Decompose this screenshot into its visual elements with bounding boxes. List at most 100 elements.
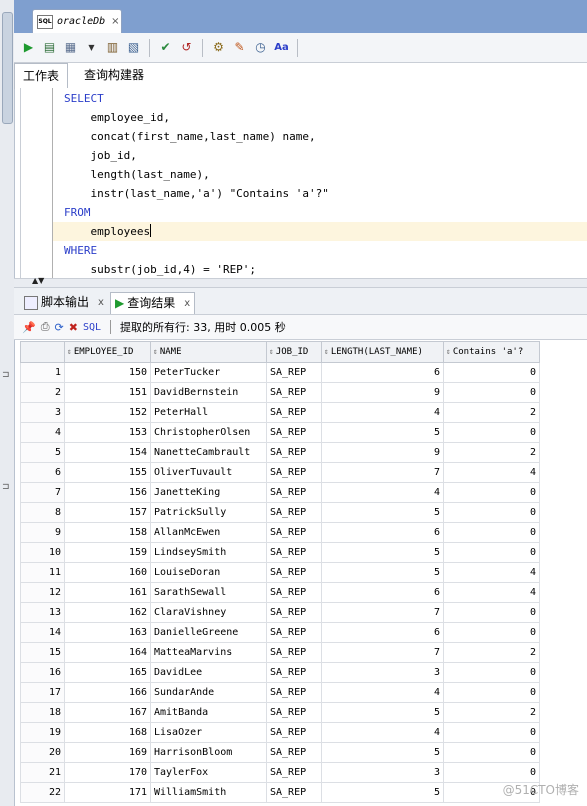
- cell-length[interactable]: 6: [321, 522, 444, 543]
- refresh-icon[interactable]: ⟳: [55, 321, 64, 334]
- cell-length[interactable]: 3: [321, 762, 444, 783]
- cell-length[interactable]: 3: [321, 662, 444, 683]
- cell-contains-a[interactable]: 0: [443, 722, 540, 743]
- cell-name[interactable]: DavidBernstein: [150, 382, 267, 403]
- cell-name[interactable]: LouiseDoran: [150, 562, 267, 583]
- cell-employee-id[interactable]: 150: [64, 362, 151, 383]
- table-row[interactable]: 6 155 OliverTuvault SA_REP 7 4: [20, 462, 540, 483]
- cell-job-id[interactable]: SA_REP: [266, 422, 322, 443]
- table-row[interactable]: 4 153 ChristopherOlsen SA_REP 5 0: [20, 422, 540, 443]
- cell-contains-a[interactable]: 0: [443, 622, 540, 643]
- cell-job-id[interactable]: SA_REP: [266, 702, 322, 723]
- cell-name[interactable]: JanetteKing: [150, 482, 267, 503]
- cell-job-id[interactable]: SA_REP: [266, 382, 322, 403]
- cell-job-id[interactable]: SA_REP: [266, 482, 322, 503]
- cell-contains-a[interactable]: 0: [443, 662, 540, 683]
- history-icon[interactable]: ◷: [252, 39, 269, 56]
- cell-job-id[interactable]: SA_REP: [266, 622, 322, 643]
- cell-job-id[interactable]: SA_REP: [266, 742, 322, 763]
- cell-contains-a[interactable]: 0: [443, 362, 540, 383]
- tab-oracledb[interactable]: SQL oracleDb ×: [32, 9, 122, 33]
- column-header[interactable]: ⇕ EMPLOYEE_ID: [64, 341, 151, 363]
- column-header[interactable]: ⇕ NAME: [150, 341, 267, 363]
- sql-editor[interactable]: SELECT employee_id, concat(first_name,la…: [20, 88, 587, 278]
- cell-job-id[interactable]: SA_REP: [266, 362, 322, 383]
- cell-length[interactable]: 5: [321, 742, 444, 763]
- cell-contains-a[interactable]: 0: [443, 522, 540, 543]
- cell-employee-id[interactable]: 151: [64, 382, 151, 403]
- cell-contains-a[interactable]: 4: [443, 562, 540, 583]
- cell-employee-id[interactable]: 153: [64, 422, 151, 443]
- cell-job-id[interactable]: SA_REP: [266, 542, 322, 563]
- cell-employee-id[interactable]: 169: [64, 742, 151, 763]
- cell-length[interactable]: 7: [321, 602, 444, 623]
- cell-job-id[interactable]: SA_REP: [266, 662, 322, 683]
- commit-check-icon[interactable]: ✔: [157, 39, 174, 56]
- tab-query-builder[interactable]: 查询构建器: [76, 63, 152, 88]
- cell-length[interactable]: 5: [321, 782, 444, 803]
- cell-length[interactable]: 5: [321, 562, 444, 583]
- cell-contains-a[interactable]: 0: [443, 602, 540, 623]
- cell-contains-a[interactable]: 0: [443, 542, 540, 563]
- cell-name[interactable]: SundarAnde: [150, 682, 267, 703]
- table-row[interactable]: 16 165 DavidLee SA_REP 3 0: [20, 662, 540, 683]
- rollback-icon[interactable]: ↺: [178, 39, 195, 56]
- cell-name[interactable]: LisaOzer: [150, 722, 267, 743]
- column-header[interactable]: ⇕ LENGTH(LAST_NAME): [321, 341, 444, 363]
- cell-name[interactable]: DanielleGreene: [150, 622, 267, 643]
- cell-name[interactable]: PeterHall: [150, 402, 267, 423]
- table-row[interactable]: 22 171 WilliamSmith SA_REP 5 0: [20, 782, 540, 803]
- cell-employee-id[interactable]: 152: [64, 402, 151, 423]
- cell-name[interactable]: AllanMcEwen: [150, 522, 267, 543]
- table-row[interactable]: 17 166 SundarAnde SA_REP 4 0: [20, 682, 540, 703]
- table-row[interactable]: 11 160 LouiseDoran SA_REP 5 4: [20, 562, 540, 583]
- cell-name[interactable]: WilliamSmith: [150, 782, 267, 803]
- cell-name[interactable]: ChristopherOlsen: [150, 422, 267, 443]
- table-row[interactable]: 10 159 LindseySmith SA_REP 5 0: [20, 542, 540, 563]
- cell-employee-id[interactable]: 165: [64, 662, 151, 683]
- cell-length[interactable]: 4: [321, 682, 444, 703]
- sql-tuning-icon[interactable]: ⚙: [210, 39, 227, 56]
- cell-name[interactable]: DavidLee: [150, 662, 267, 683]
- run-statement-icon[interactable]: ▶: [20, 39, 37, 56]
- cell-employee-id[interactable]: 157: [64, 502, 151, 523]
- cell-job-id[interactable]: SA_REP: [266, 522, 322, 543]
- cell-contains-a[interactable]: 0: [443, 682, 540, 703]
- cell-job-id[interactable]: SA_REP: [266, 782, 322, 803]
- cell-job-id[interactable]: SA_REP: [266, 602, 322, 623]
- cell-length[interactable]: 9: [321, 442, 444, 463]
- cell-name[interactable]: PeterTucker: [150, 362, 267, 383]
- cell-name[interactable]: OliverTuvault: [150, 462, 267, 483]
- table-row[interactable]: 12 161 SarathSewall SA_REP 6 4: [20, 582, 540, 603]
- table-row[interactable]: 13 162 ClaraVishney SA_REP 7 0: [20, 602, 540, 623]
- cell-employee-id[interactable]: 156: [64, 482, 151, 503]
- cell-length[interactable]: 5: [321, 502, 444, 523]
- close-icon[interactable]: ×: [111, 16, 119, 27]
- cell-length[interactable]: 9: [321, 382, 444, 403]
- cell-job-id[interactable]: SA_REP: [266, 502, 322, 523]
- cell-employee-id[interactable]: 167: [64, 702, 151, 723]
- tab-script-output[interactable]: 脚本输出 x: [20, 292, 108, 313]
- cell-employee-id[interactable]: 158: [64, 522, 151, 543]
- sql-code[interactable]: SELECT employee_id, concat(first_name,la…: [64, 89, 329, 279]
- tab-worksheet[interactable]: 工作表: [14, 63, 69, 89]
- cell-name[interactable]: NanetteCambrault: [150, 442, 267, 463]
- table-row[interactable]: 19 168 LisaOzer SA_REP 4 0: [20, 722, 540, 743]
- cell-name[interactable]: HarrisonBloom: [150, 742, 267, 763]
- cell-name[interactable]: SarathSewall: [150, 582, 267, 603]
- cell-employee-id[interactable]: 162: [64, 602, 151, 623]
- clear-icon[interactable]: ✎: [231, 39, 248, 56]
- cell-employee-id[interactable]: 159: [64, 542, 151, 563]
- column-header[interactable]: ⇕ Contains 'a'?: [443, 341, 540, 363]
- cell-name[interactable]: MatteaMarvins: [150, 642, 267, 663]
- cell-job-id[interactable]: SA_REP: [266, 402, 322, 423]
- table-row[interactable]: 5 154 NanetteCambrault SA_REP 9 2: [20, 442, 540, 463]
- table-row[interactable]: 7 156 JanetteKing SA_REP 4 0: [20, 482, 540, 503]
- cell-contains-a[interactable]: 0: [443, 482, 540, 503]
- autotrace-icon[interactable]: ▧: [125, 39, 142, 56]
- cell-length[interactable]: 5: [321, 542, 444, 563]
- cell-job-id[interactable]: SA_REP: [266, 442, 322, 463]
- table-row[interactable]: 8 157 PatrickSully SA_REP 5 0: [20, 502, 540, 523]
- cell-length[interactable]: 6: [321, 362, 444, 383]
- cell-job-id[interactable]: SA_REP: [266, 682, 322, 703]
